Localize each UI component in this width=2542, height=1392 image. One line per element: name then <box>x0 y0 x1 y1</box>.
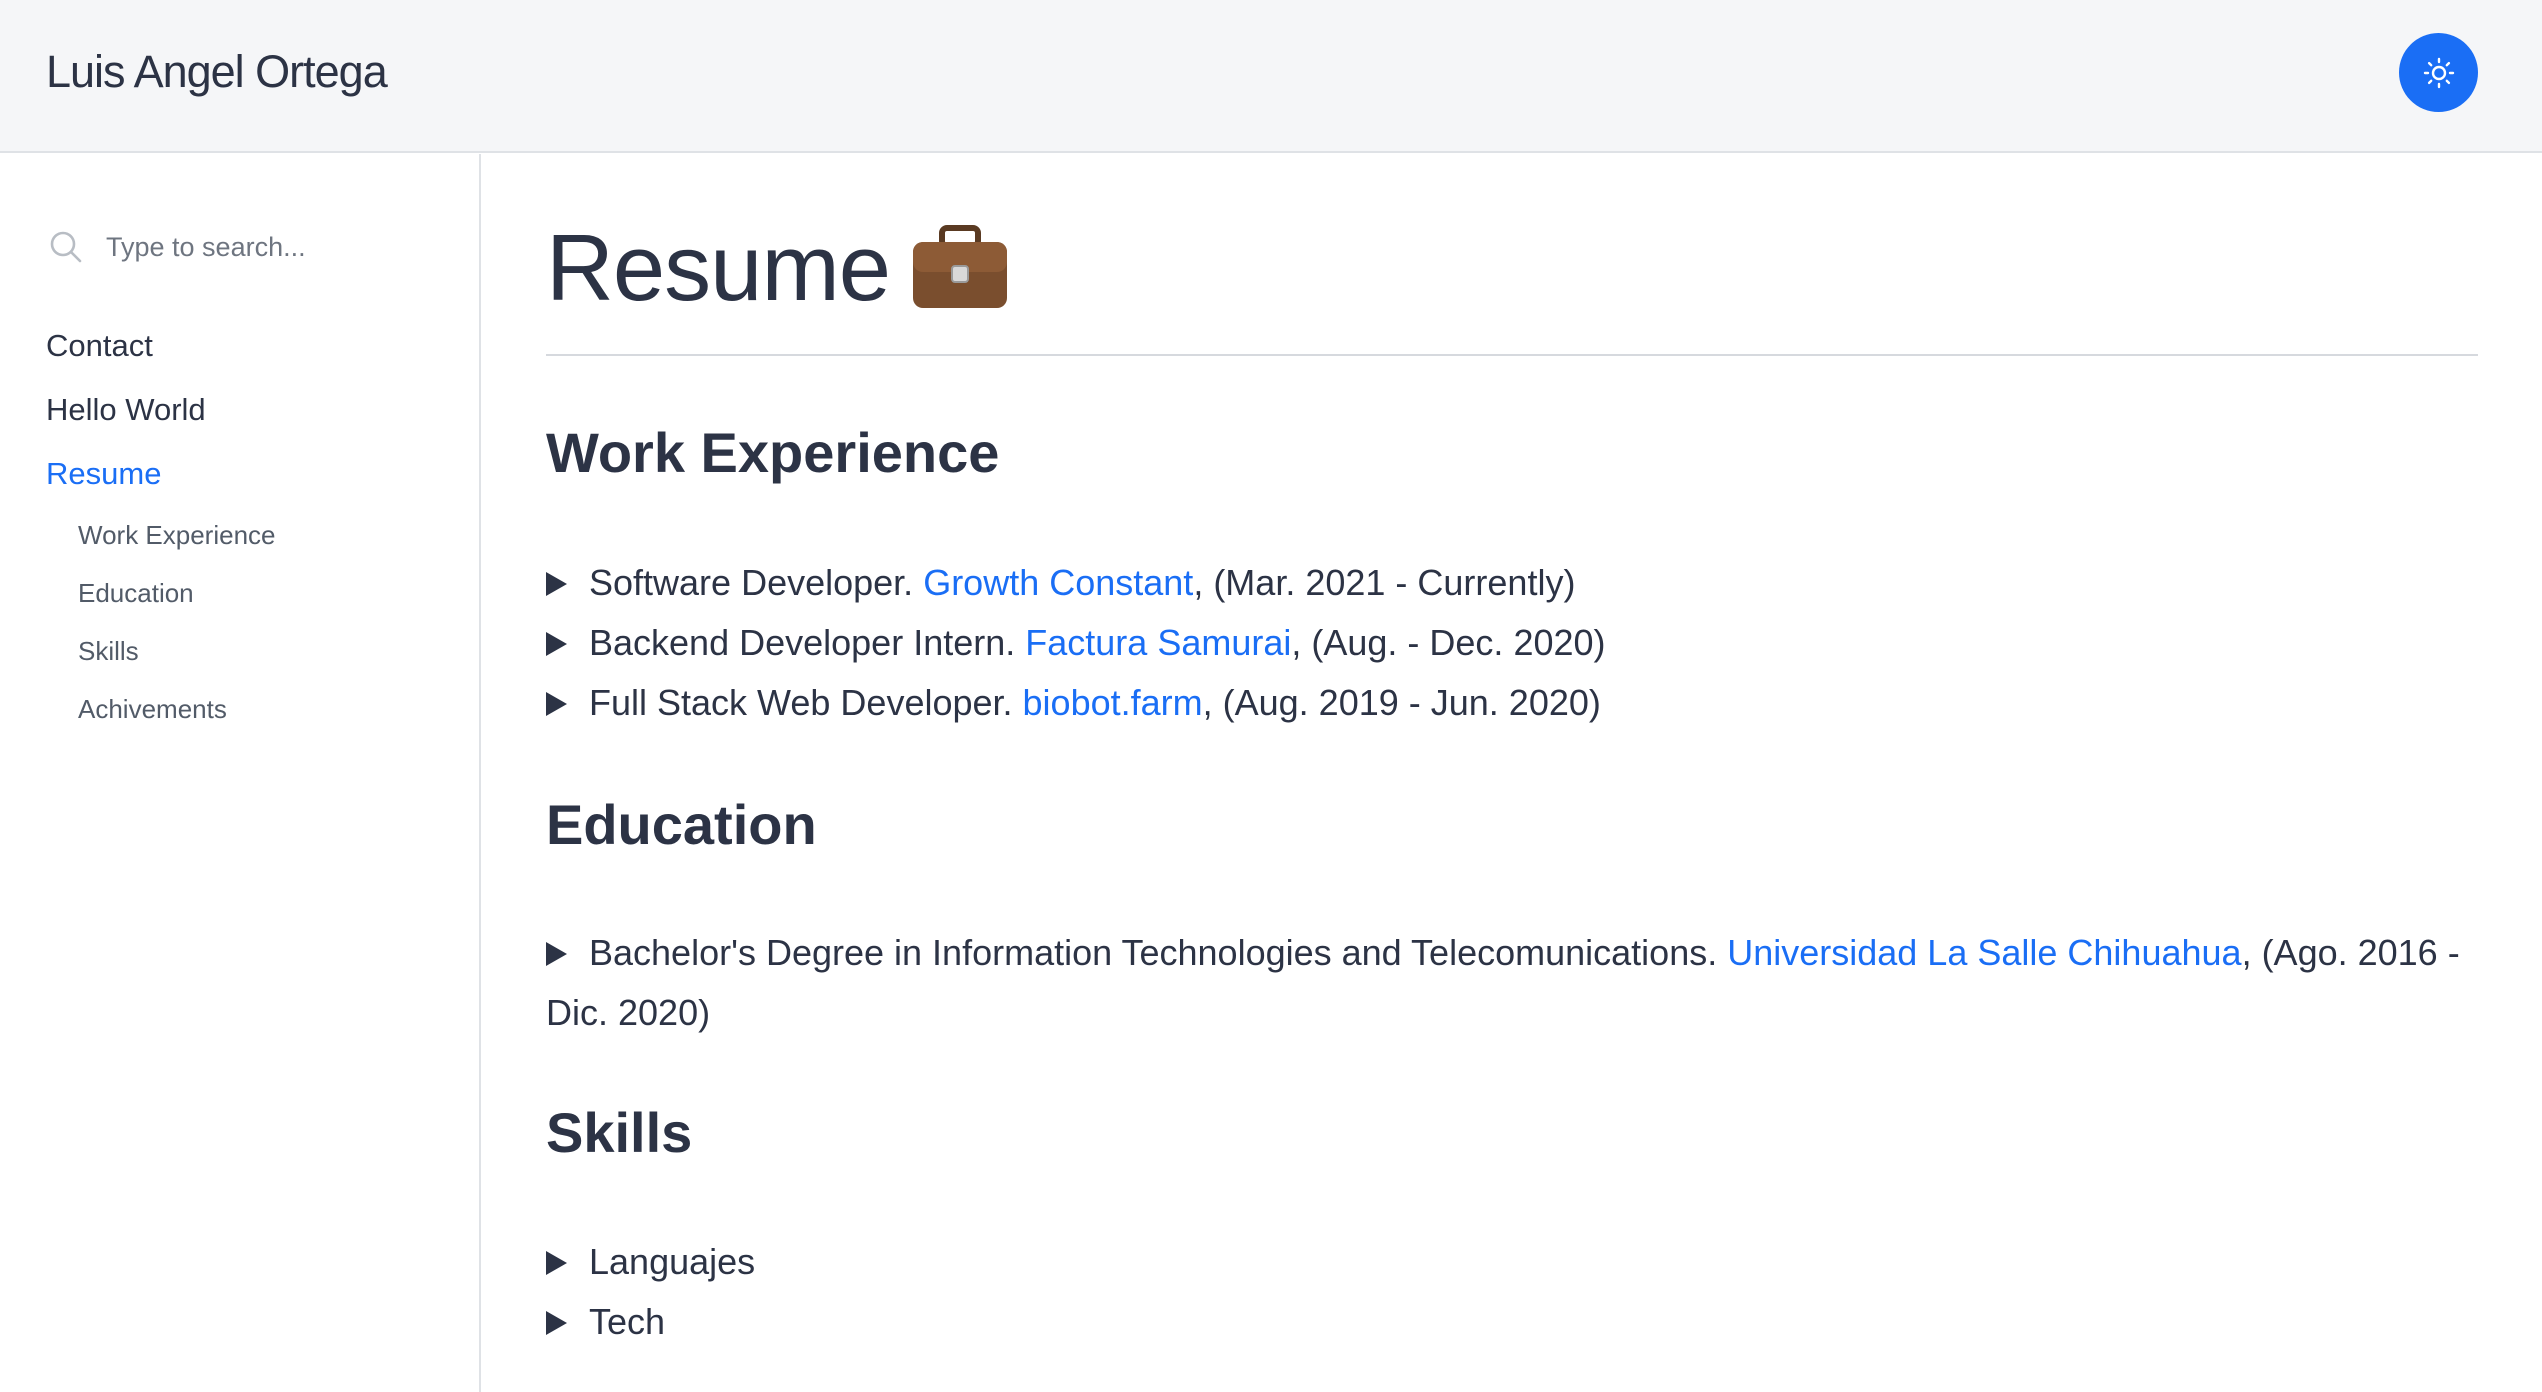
sidebar-subitem-skills[interactable]: Skills <box>46 622 276 680</box>
disclosure-triangle-icon[interactable] <box>546 572 567 596</box>
search-box <box>46 222 446 272</box>
disclosure-triangle-icon[interactable] <box>546 1311 567 1335</box>
sidebar-item-resume[interactable]: Resume <box>46 442 276 506</box>
title-divider <box>546 354 2478 356</box>
disclosure-triangle-icon[interactable] <box>546 692 567 716</box>
education-item-0[interactable]: Bachelor's Degree in Information Technol… <box>546 923 2478 1043</box>
site-header: Luis Angel Ortega <box>0 0 2542 153</box>
theme-toggle-button[interactable] <box>2399 33 2478 112</box>
company-link-biobot-farm[interactable]: biobot.farm <box>1023 682 1203 723</box>
sun-icon <box>2423 57 2454 88</box>
disclosure-triangle-icon[interactable] <box>546 632 567 656</box>
skills-item-languages[interactable]: Languajes <box>546 1232 2478 1292</box>
search-icon <box>46 227 86 267</box>
sidebar-item-contact[interactable]: Contact <box>46 314 276 378</box>
sidebar-nav: Contact Hello World Resume Work Experien… <box>46 314 276 738</box>
briefcase-icon <box>910 224 1010 312</box>
company-link-factura-samurai[interactable]: Factura Samurai <box>1025 622 1291 663</box>
sidebar: Contact Hello World Resume Work Experien… <box>0 154 481 1392</box>
sidebar-subitem-achivements[interactable]: Achivements <box>46 680 276 738</box>
education-heading: Education <box>546 793 817 856</box>
disclosure-triangle-icon[interactable] <box>546 1251 567 1275</box>
sidebar-subitem-work-experience[interactable]: Work Experience <box>46 506 276 564</box>
sidebar-subitem-education[interactable]: Education <box>46 564 276 622</box>
company-link-growth-constant[interactable]: Growth Constant <box>923 562 1193 603</box>
work-experience-heading: Work Experience <box>546 421 1000 484</box>
site-title[interactable]: Luis Angel Ortega <box>46 42 388 102</box>
sidebar-item-hello-world[interactable]: Hello World <box>46 378 276 442</box>
page-title-text: Resume <box>546 215 891 320</box>
search-input[interactable] <box>106 231 426 263</box>
page-title: Resume <box>546 208 1010 328</box>
skills-item-tech[interactable]: Tech <box>546 1292 2478 1352</box>
school-link-universidad-la-salle[interactable]: Universidad La Salle Chihuahua <box>1727 932 2241 973</box>
disclosure-triangle-icon[interactable] <box>546 942 567 966</box>
work-item-1[interactable]: Backend Developer Intern. Factura Samura… <box>546 613 2478 673</box>
skills-heading: Skills <box>546 1101 693 1164</box>
work-item-0[interactable]: Software Developer. Growth Constant, (Ma… <box>546 553 2478 613</box>
work-item-2[interactable]: Full Stack Web Developer. biobot.farm, (… <box>546 673 2478 733</box>
